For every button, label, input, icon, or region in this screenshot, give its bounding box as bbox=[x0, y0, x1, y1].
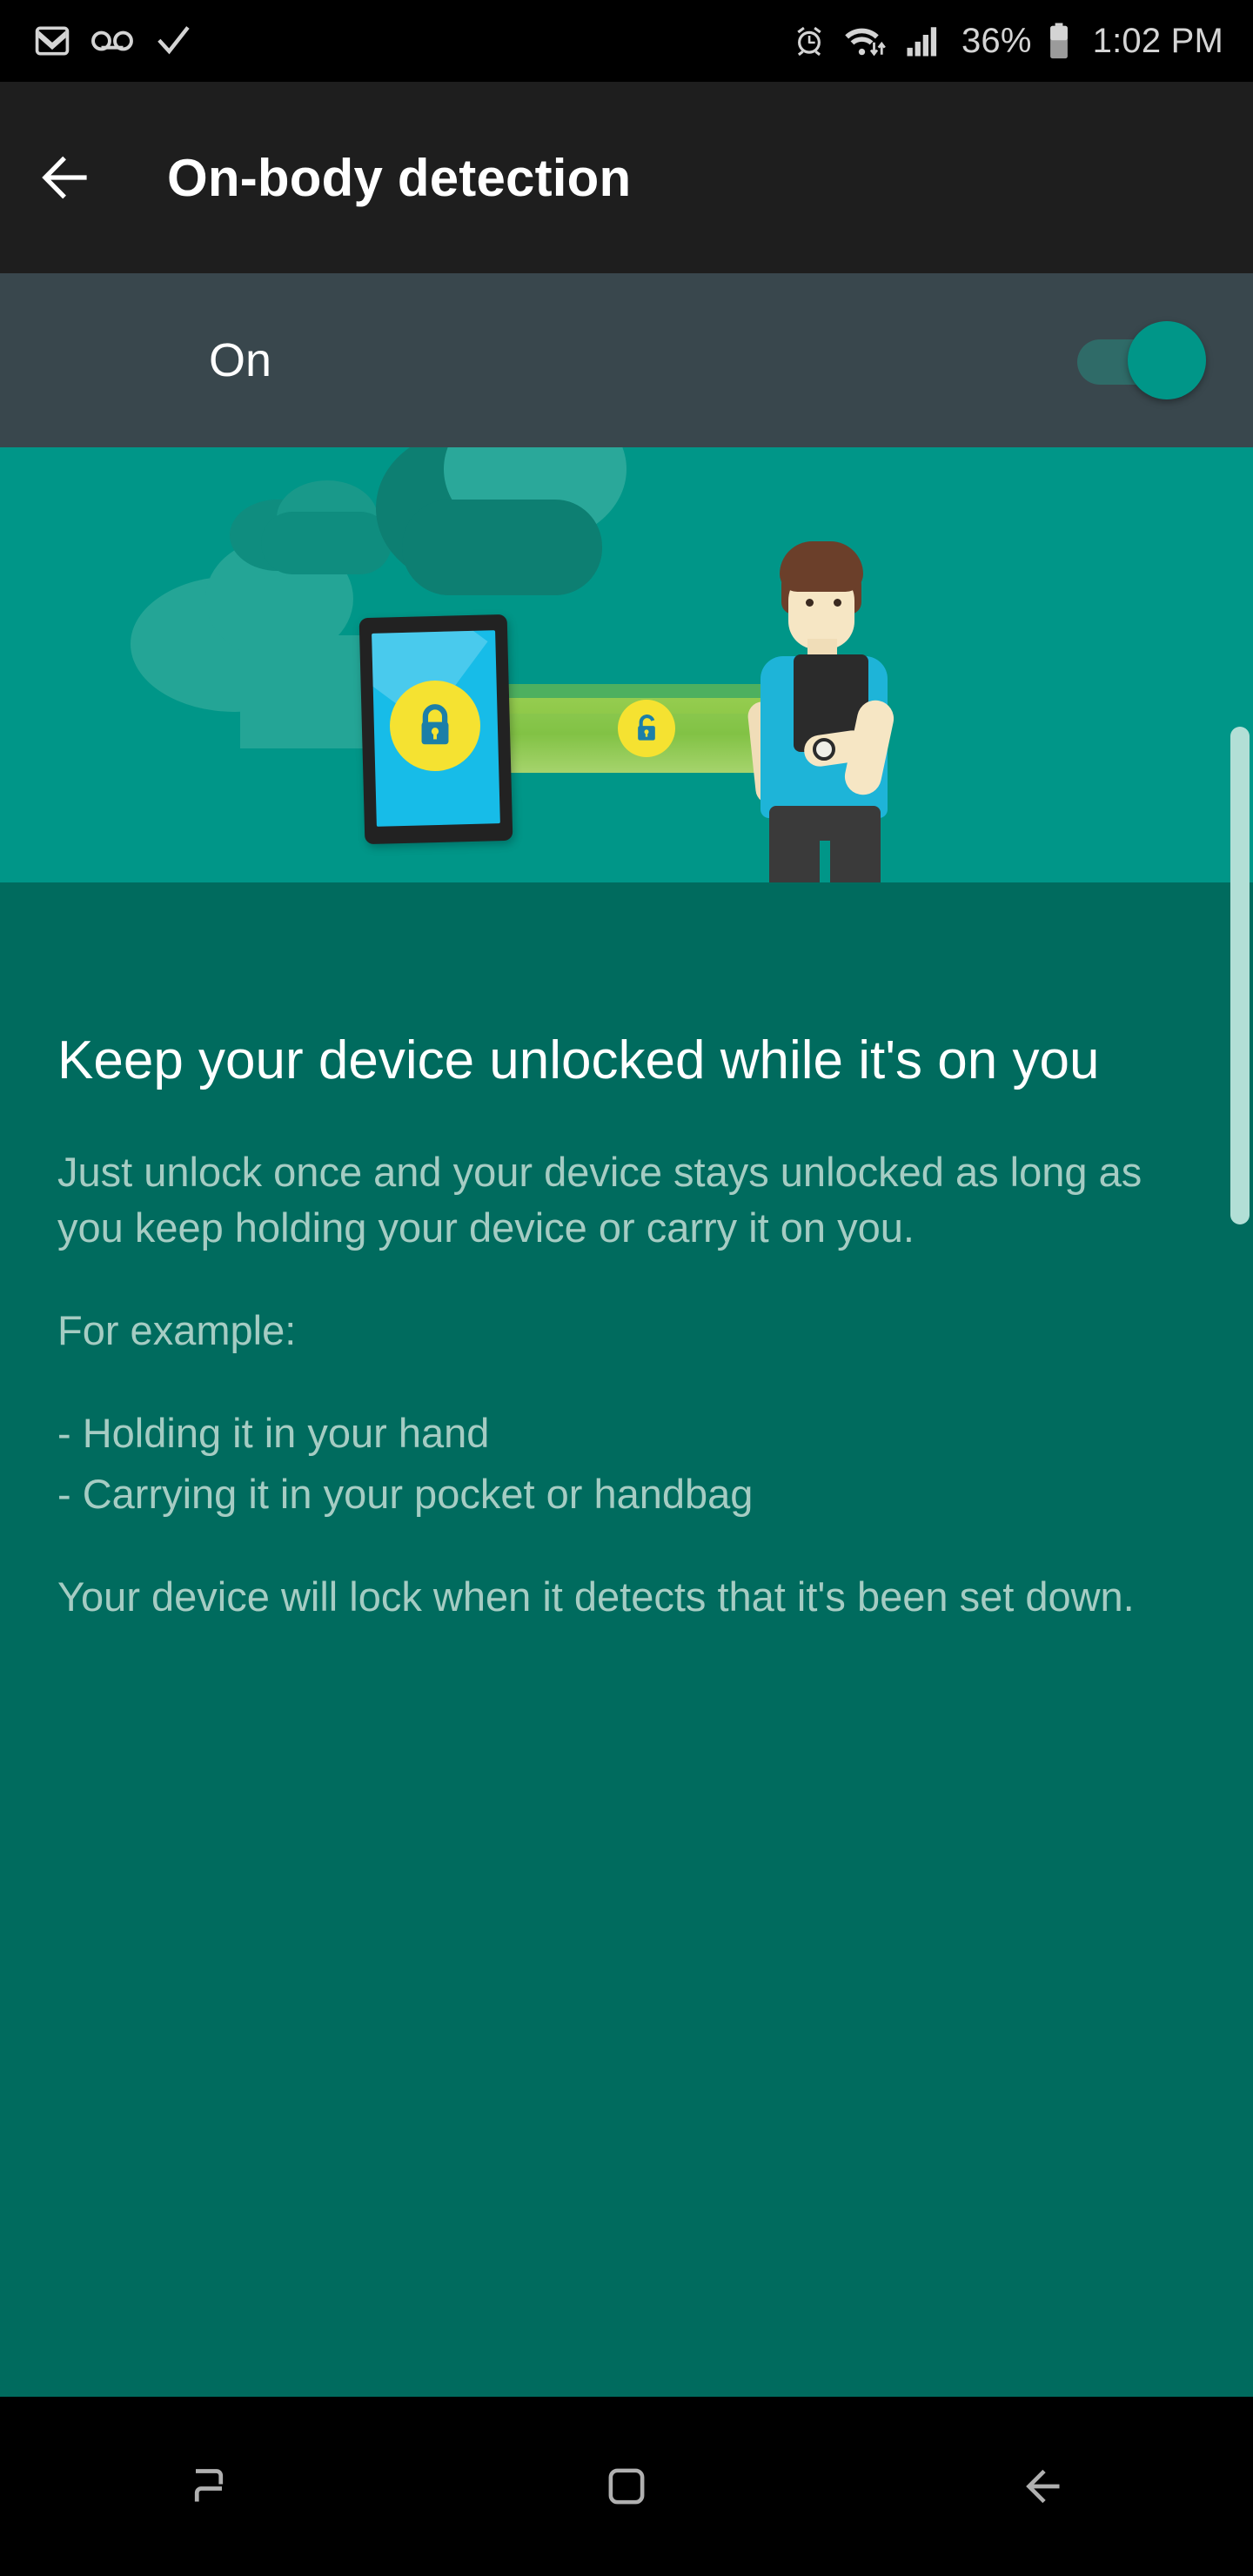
signal-icon bbox=[907, 27, 937, 57]
status-bar-left-icons bbox=[33, 22, 193, 60]
content-paragraph-2: For example: bbox=[57, 1307, 297, 1354]
home-square-icon bbox=[608, 2468, 645, 2505]
person-leg-gap bbox=[820, 841, 830, 882]
person-eye-right bbox=[834, 599, 841, 607]
back-arrow-icon bbox=[42, 156, 87, 199]
content-paragraph-1: Just unlock once and your device stays u… bbox=[57, 1149, 1142, 1251]
phone-screen: 36% 1:02 PM On-body detection On Keep yo… bbox=[0, 0, 1253, 2576]
app-bar: On-body detection bbox=[0, 82, 1253, 273]
check-icon bbox=[157, 26, 190, 55]
voicemail-icon bbox=[91, 30, 133, 51]
on-body-detection-toggle[interactable] bbox=[1077, 319, 1206, 402]
switch-state-label: On bbox=[209, 334, 272, 386]
cloud-shape bbox=[402, 500, 602, 595]
status-bar-right-icons: 36% 1:02 PM bbox=[791, 22, 1223, 60]
status-bar: 36% 1:02 PM bbox=[0, 0, 1253, 82]
list-item: - Holding it in your hand bbox=[57, 1410, 490, 1457]
content-bullet-list: - Holding it in your hand - Carrying it … bbox=[57, 1405, 1192, 1522]
content-headline: Keep your device unlocked while it's on … bbox=[57, 1030, 1100, 1090]
illustration-person bbox=[729, 541, 921, 882]
alarm-icon bbox=[797, 26, 821, 57]
locked-padlock-icon bbox=[390, 681, 480, 771]
list-item: - Carrying it in your pocket or handbag bbox=[57, 1471, 754, 1518]
page-title: On-body detection bbox=[167, 148, 632, 207]
person-watch bbox=[813, 738, 835, 761]
on-body-detection-switch-row[interactable]: On bbox=[0, 273, 1253, 447]
battery-percentage: 36% bbox=[961, 22, 1032, 60]
recents-button[interactable] bbox=[0, 2397, 418, 2576]
unlocked-padlock-icon bbox=[618, 700, 675, 757]
battery-icon bbox=[1049, 23, 1068, 59]
back-button[interactable] bbox=[835, 2397, 1253, 2576]
wifi-icon bbox=[845, 28, 886, 57]
recents-icon bbox=[194, 2469, 224, 2502]
person-eye-left bbox=[806, 599, 814, 607]
description-content: Keep your device unlocked while it's on … bbox=[0, 882, 1253, 2397]
content-paragraph-3: Your device will lock when it detects th… bbox=[57, 1573, 1135, 1620]
appbar-back-button[interactable] bbox=[0, 82, 131, 273]
home-button[interactable] bbox=[418, 2397, 835, 2576]
person-hair-top bbox=[780, 541, 863, 592]
back-arrow-icon bbox=[1026, 2469, 1060, 2504]
cloud-shape bbox=[261, 512, 392, 574]
clock-time: 1:02 PM bbox=[1092, 22, 1223, 60]
on-body-detection-illustration bbox=[0, 447, 1253, 882]
system-navigation-bar bbox=[0, 2397, 1253, 2576]
gmail-icon bbox=[35, 26, 70, 56]
toggle-thumb bbox=[1128, 321, 1206, 399]
